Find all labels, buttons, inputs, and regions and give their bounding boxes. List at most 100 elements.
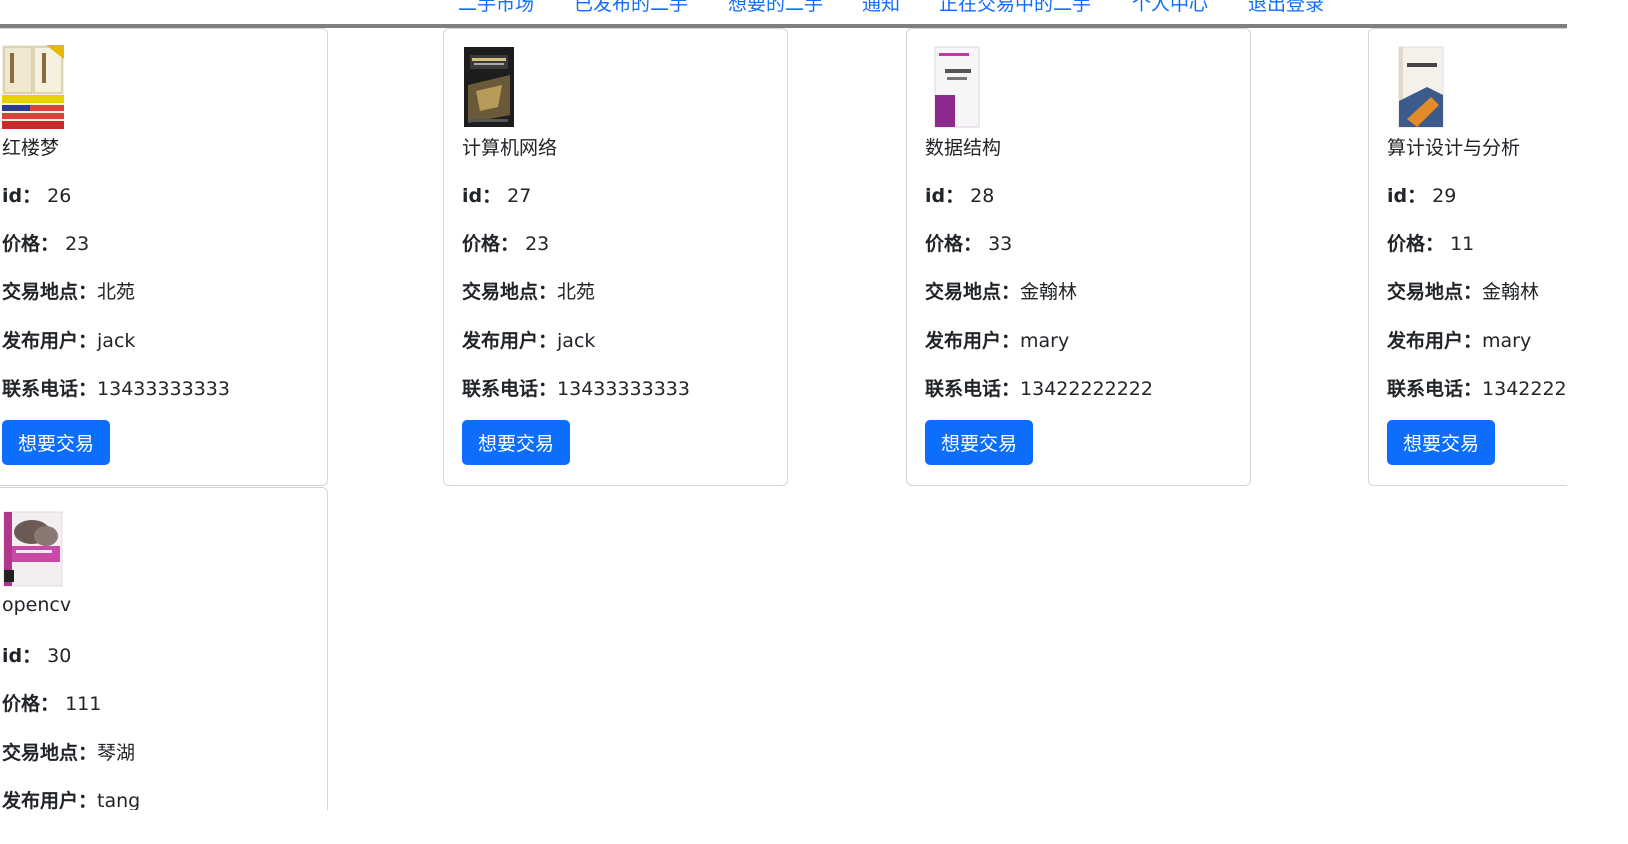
user-label: 发布用户： [1387,330,1483,352]
book-cover-datastructure-icon [925,45,987,129]
item-card: 计算机网络 id： 27 价格： 23 交易地点：北苑 发布用户：jack 联系… [443,28,788,486]
item-phone-row: 联系电话：13433333333 [462,374,690,401]
price-label: 价格： [462,233,520,255]
item-user-row: 发布用户：jack [2,326,135,353]
book-cover-network-icon [462,45,524,129]
nav-notifications[interactable]: 通知 [862,0,900,16]
item-name: 红楼梦 [2,137,60,159]
item-location: 北苑 [97,281,136,303]
item-location-row: 交易地点：北苑 [2,277,135,304]
item-name: 算计设计与分析 [1387,137,1521,159]
book-cover-opencv-icon [2,510,64,588]
item-user-row: 发布用户：tang [2,786,140,810]
item-user-row: 发布用户：mary [925,326,1069,353]
item-price: 11 [1450,233,1475,255]
location-label: 交易地点： [462,281,558,303]
item-user: tang [97,790,141,810]
phone-label: 联系电话： [925,378,1021,400]
item-card: 红楼梦 id： 26 价格： 23 交易地点：北苑 发布用户：jack 联系电话… [0,28,328,486]
item-phone: 13422222222 [1482,378,1567,400]
item-name: 计算机网络 [462,137,558,159]
item-price-row: 价格： 111 [2,689,101,716]
item-id: 27 [507,185,532,207]
price-label: 价格： [925,233,983,255]
item-id: 26 [47,185,72,207]
item-location: 金翰林 [1482,281,1540,303]
book-cover-algorithm-icon [1387,45,1449,129]
item-price-row: 价格： 23 [462,229,549,256]
item-user: jack [557,330,596,352]
item-id-row: id： 29 [1387,181,1456,208]
item-price-row: 价格： 33 [925,229,1012,256]
item-location-row: 交易地点：北苑 [462,277,595,304]
item-id: 29 [1432,185,1457,207]
item-location-row: 交易地点：琴湖 [2,738,135,765]
item-user-row: 发布用户：jack [462,326,595,353]
nav-wanted[interactable]: 想要的二手 [728,0,823,16]
want-trade-button[interactable]: 想要交易 [462,420,570,465]
item-name: 数据结构 [925,137,1002,159]
item-id-row: id： 28 [925,181,994,208]
price-label: 价格： [1387,233,1445,255]
item-price: 33 [988,233,1013,255]
location-label: 交易地点： [2,281,98,303]
book-cover-honglou-icon [2,45,64,129]
location-label: 交易地点： [925,281,1021,303]
item-phone-row: 联系电话：13422222222 [1387,374,1567,401]
nav-market[interactable]: 二手市场 [458,0,534,16]
phone-label: 联系电话： [1387,378,1483,400]
item-location-row: 交易地点：金翰林 [1387,277,1539,304]
phone-label: 联系电话： [2,378,98,400]
location-label: 交易地点： [1387,281,1483,303]
item-price: 23 [525,233,550,255]
item-price-row: 价格： 11 [1387,229,1474,256]
item-user: jack [97,330,136,352]
item-phone-row: 联系电话：13422222222 [925,374,1153,401]
item-id-row: id： 27 [462,181,531,208]
item-card: opencv id： 30 价格： 111 交易地点：琴湖 发布用户：tang [0,487,328,810]
item-id-row: id： 26 [2,181,71,208]
nav-profile[interactable]: 个人中心 [1132,0,1208,16]
id-label: id： [1387,185,1427,207]
id-label: id： [462,185,502,207]
item-phone-row: 联系电话：13433333333 [2,374,230,401]
price-label: 价格： [2,233,60,255]
item-location: 金翰林 [1020,281,1078,303]
top-nav: 二手市场 已发布的二手 想要的二手 通知 正在交易中的二手 个人中心 退出登录 [0,0,1567,28]
phone-label: 联系电话： [462,378,558,400]
item-name: opencv [2,594,72,616]
user-label: 发布用户： [2,790,98,810]
user-label: 发布用户： [462,330,558,352]
nav-logout[interactable]: 退出登录 [1248,0,1324,16]
location-label: 交易地点： [2,742,98,764]
user-label: 发布用户： [925,330,1021,352]
user-label: 发布用户： [2,330,98,352]
item-price: 23 [65,233,90,255]
item-user: mary [1482,330,1532,352]
item-location-row: 交易地点：金翰林 [925,277,1077,304]
want-trade-button[interactable]: 想要交易 [2,420,110,465]
item-location: 北苑 [557,281,596,303]
item-card: 算计设计与分析 id： 29 价格： 11 交易地点：金翰林 发布用户：mary… [1368,28,1567,486]
id-label: id： [2,185,42,207]
want-trade-button[interactable]: 想要交易 [1387,420,1495,465]
item-phone: 13433333333 [97,378,230,400]
item-price: 111 [65,693,102,715]
item-price-row: 价格： 23 [2,229,89,256]
item-id-row: id： 30 [2,641,71,668]
nav-published[interactable]: 已发布的二手 [574,0,688,16]
item-phone: 13433333333 [557,378,690,400]
item-card: 数据结构 id： 28 价格： 33 交易地点：金翰林 发布用户：mary 联系… [906,28,1251,486]
id-label: id： [925,185,965,207]
item-id: 28 [970,185,995,207]
want-trade-button[interactable]: 想要交易 [925,420,1033,465]
price-label: 价格： [2,693,60,715]
item-user: mary [1020,330,1070,352]
id-label: id： [2,645,42,667]
item-location: 琴湖 [97,742,136,764]
nav-trading[interactable]: 正在交易中的二手 [939,0,1091,16]
page-viewport: 二手市场 已发布的二手 想要的二手 通知 正在交易中的二手 个人中心 退出登录 [0,0,1567,810]
item-phone: 13422222222 [1020,378,1153,400]
item-user-row: 发布用户：mary [1387,326,1531,353]
item-id: 30 [47,645,72,667]
